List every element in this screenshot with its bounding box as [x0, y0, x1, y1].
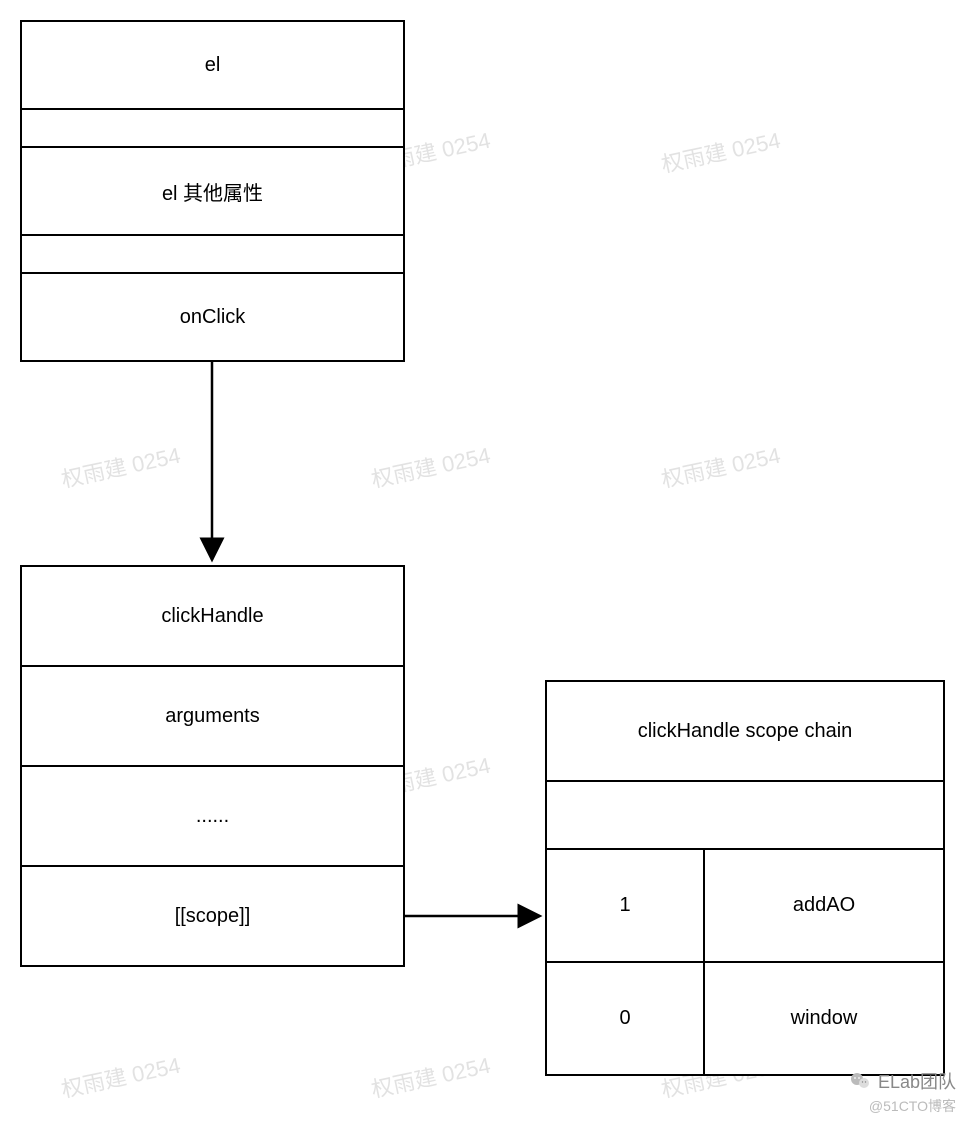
scopechain-row1-value: window: [703, 961, 945, 1076]
scopechain-row0-value: addAO: [703, 848, 945, 963]
scopechain-title: clickHandle scope chain: [545, 680, 945, 782]
scopechain-row1-index: 0: [545, 961, 705, 1076]
scopechain-spacer: [545, 780, 945, 850]
diagram-layer: el el 其他属性 onClick clickHandle arguments…: [0, 0, 974, 1134]
wechat-icon: [848, 1069, 872, 1093]
scopechain-row0-index: 1: [545, 848, 705, 963]
footer-sub: @51CTO博客: [869, 1096, 956, 1116]
footer-brand: ELab团队: [848, 1068, 956, 1094]
footer-brand-text: ELab团队: [878, 1068, 956, 1094]
